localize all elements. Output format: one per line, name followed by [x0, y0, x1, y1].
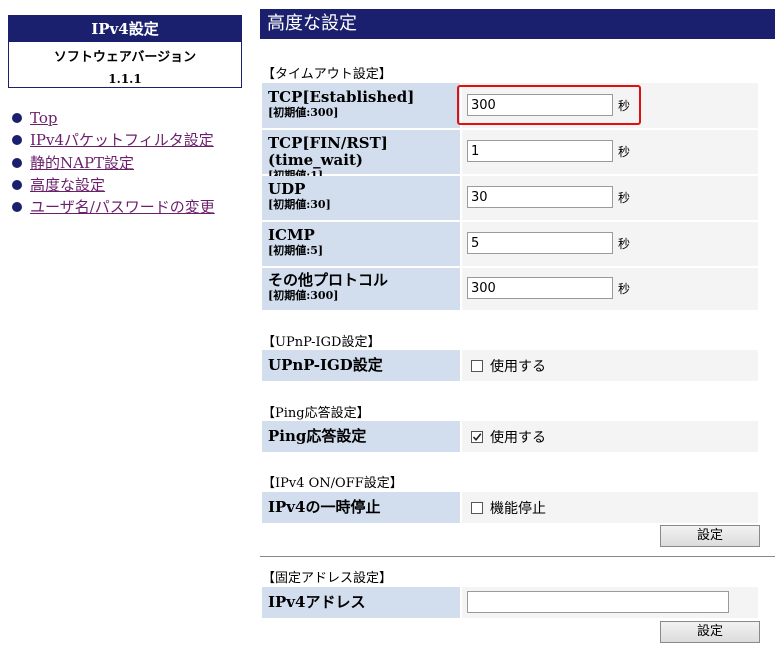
- page-title: 高度な設定: [260, 9, 775, 39]
- upnp-label: UPnP-IGD設定: [268, 356, 383, 374]
- timeout-row-udp: UDP [初期値:30] 秒: [262, 176, 758, 220]
- timeout-label: その他プロトコル: [268, 271, 389, 289]
- icmp-input[interactable]: [467, 232, 613, 254]
- bullet-icon: [12, 135, 22, 146]
- timeout-label: TCP[FIN/RST](time_wait): [268, 134, 388, 169]
- timeout-row-tcp-fin-rst: TCP[FIN/RST](time_wait) [初期値:1] 秒: [262, 130, 758, 182]
- fixed-address-value-cell: [462, 587, 758, 618]
- bullet-icon: [12, 202, 22, 213]
- upnp-section-heading: 【UPnP-IGD設定】: [262, 335, 381, 350]
- timeout-label-cell: TCP[FIN/RST](time_wait) [初期値:1]: [262, 130, 460, 182]
- timeout-default: [初期値:300]: [268, 106, 339, 119]
- upnp-option-text: 使用する: [490, 358, 546, 375]
- nav-link-advanced[interactable]: 高度な設定: [30, 176, 105, 194]
- ipv4-stop-option-text: 機能停止: [490, 500, 546, 517]
- upnp-label-cell: UPnP-IGD設定: [262, 350, 460, 381]
- tcp-fin-rst-input[interactable]: [467, 140, 613, 162]
- timeout-row-other-protocol: その他プロトコル [初期値:300] 秒: [262, 268, 758, 310]
- seconds-unit: 秒: [618, 237, 631, 251]
- other-protocol-input[interactable]: [467, 277, 613, 299]
- udp-input[interactable]: [467, 186, 613, 208]
- timeout-label: TCP[Established]: [268, 88, 415, 106]
- ping-section-heading: 【Ping応答設定】: [262, 406, 370, 421]
- fixed-address-apply-button[interactable]: 設定: [660, 621, 760, 643]
- info-box: IPv4設定 ソフトウェアバージョン 1.1.1: [8, 15, 242, 88]
- nav-link-ipv4-filter[interactable]: IPv4パケットフィルタ設定: [30, 131, 214, 149]
- nav-item-top: Top: [12, 108, 215, 130]
- timeout-label: UDP: [268, 180, 306, 198]
- ipv4-onoff-label: IPv4の一時停止: [268, 498, 381, 516]
- nav-item-advanced: 高度な設定: [12, 175, 215, 197]
- bullet-icon: [12, 179, 22, 190]
- nav-item-static-napt: 静的NAPT設定: [12, 153, 215, 175]
- settings-apply-button[interactable]: 設定: [660, 525, 760, 547]
- seconds-unit: 秒: [618, 145, 631, 159]
- ping-option-text: 使用する: [490, 429, 546, 446]
- ping-label: Ping応答設定: [268, 427, 367, 445]
- ping-checkbox[interactable]: [471, 430, 483, 443]
- ping-value-cell: 使用する: [462, 421, 758, 452]
- timeout-label-cell: TCP[Established] [初期値:300]: [262, 83, 460, 128]
- ipv4-address-input[interactable]: [467, 591, 729, 613]
- ipv4-onoff-section-heading: 【IPv4 ON/OFF設定】: [262, 476, 403, 491]
- ping-row: Ping応答設定 使用する: [262, 421, 758, 452]
- nav-item-user-password: ユーザ名/パスワードの変更: [12, 197, 215, 219]
- timeout-value-cell: 秒: [462, 222, 758, 266]
- ipv4-onoff-value-cell: 機能停止: [462, 492, 758, 523]
- timeout-row-icmp: ICMP [初期値:5] 秒: [262, 222, 758, 266]
- focus-highlight-frame: [457, 85, 641, 125]
- info-title: IPv4設定: [9, 16, 241, 42]
- ping-checkbox-label[interactable]: 使用する: [471, 421, 546, 452]
- nav-link-user-password[interactable]: ユーザ名/パスワードの変更: [30, 198, 215, 216]
- section-divider: [260, 556, 775, 557]
- checkmark-icon: [472, 432, 482, 441]
- timeout-label-cell: その他プロトコル [初期値:300]: [262, 268, 460, 310]
- seconds-unit: 秒: [618, 191, 631, 205]
- timeout-label: ICMP: [268, 226, 315, 244]
- timeout-label-cell: UDP [初期値:30]: [262, 176, 460, 220]
- timeout-label-cell: ICMP [初期値:5]: [262, 222, 460, 266]
- timeout-default: [初期値:300]: [268, 289, 339, 302]
- bullet-icon: [12, 113, 22, 123]
- fixed-address-row: IPv4アドレス: [262, 587, 758, 618]
- timeout-default: [初期値:30]: [268, 198, 331, 211]
- ipv4-address-label: IPv4アドレス: [268, 593, 366, 611]
- ipv4-stop-checkbox[interactable]: [471, 501, 483, 514]
- timeout-value-cell: 秒: [462, 130, 758, 174]
- seconds-unit: 秒: [618, 282, 631, 296]
- software-version: 1.1.1: [108, 72, 142, 86]
- timeout-default: [初期値:5]: [268, 244, 324, 257]
- ipv4-onoff-row: IPv4の一時停止 機能停止: [262, 492, 758, 523]
- software-version-label: ソフトウェアバージョン: [53, 50, 197, 65]
- ipv4-stop-checkbox-label[interactable]: 機能停止: [471, 492, 546, 523]
- timeout-value-cell: 秒: [462, 176, 758, 220]
- timeout-section-heading: 【タイムアウト設定】: [262, 67, 392, 82]
- bullet-icon: [12, 157, 22, 168]
- ipv4-onoff-label-cell: IPv4の一時停止: [262, 492, 460, 523]
- nav-link-static-napt[interactable]: 静的NAPT設定: [30, 154, 134, 172]
- fixed-address-label-cell: IPv4アドレス: [262, 587, 460, 618]
- fixed-address-section-heading: 【固定アドレス設定】: [262, 571, 393, 586]
- ping-label-cell: Ping応答設定: [262, 421, 460, 452]
- upnp-checkbox-label[interactable]: 使用する: [471, 350, 546, 381]
- upnp-value-cell: 使用する: [462, 350, 758, 381]
- sidebar-nav: Top IPv4パケットフィルタ設定 静的NAPT設定 高度な設定 ユーザ名/パ…: [12, 108, 215, 219]
- nav-item-ipv4-filter: IPv4パケットフィルタ設定: [12, 130, 215, 152]
- nav-link-top[interactable]: Top: [30, 109, 57, 127]
- upnp-checkbox[interactable]: [471, 359, 483, 372]
- timeout-value-cell: 秒: [462, 268, 758, 310]
- upnp-row: UPnP-IGD設定 使用する: [262, 350, 758, 381]
